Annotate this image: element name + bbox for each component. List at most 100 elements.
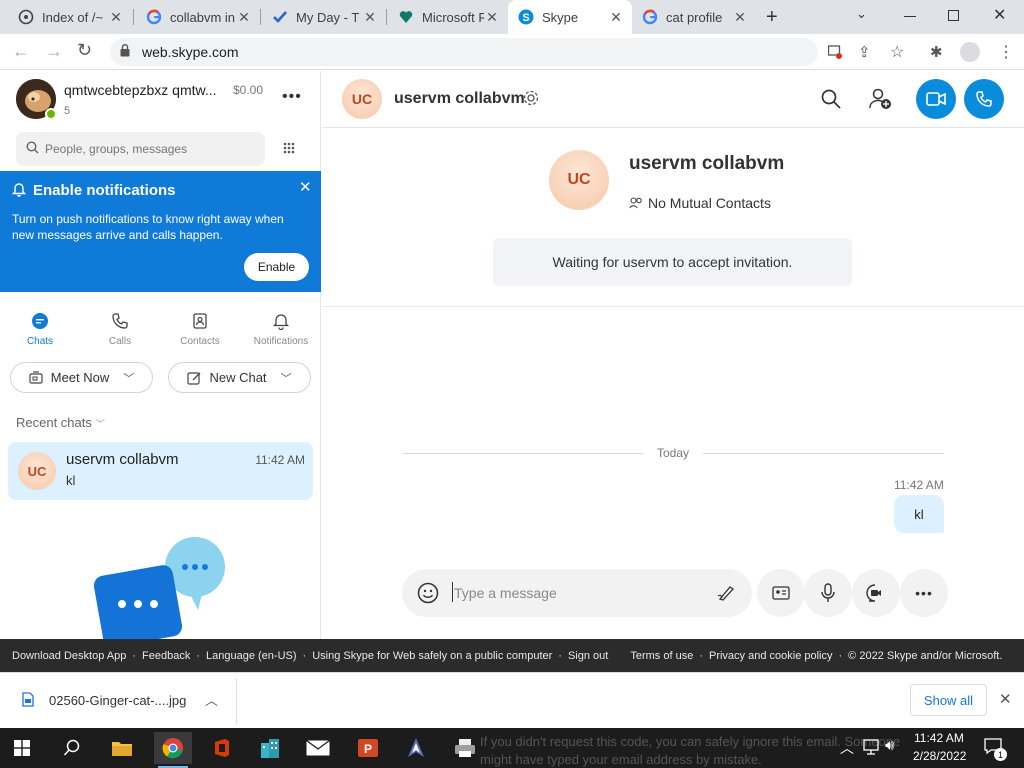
search-icon [26,141,39,159]
enable-button[interactable]: Enable [244,253,309,281]
language-link[interactable]: Language (en-US) [206,650,297,662]
chat-bubble-icon [0,310,80,332]
video-message-icon [866,584,886,602]
list-item[interactable]: UC uservm collabvm 11:42 AM kl [8,442,313,500]
sign-out-link[interactable]: Sign out [568,650,608,662]
close-icon[interactable]: ✕ [608,9,624,26]
url-text[interactable]: web.skype.com [142,44,238,60]
message-composer[interactable]: Type a message [402,569,752,617]
feedback-link[interactable]: Feedback [142,650,190,662]
forward-icon[interactable]: → [45,41,63,62]
gear-icon[interactable] [522,89,540,112]
chevron-up-icon[interactable]: ︿ [840,738,854,758]
terms-link[interactable]: Terms of use [630,650,693,662]
menu-kebab-icon[interactable]: ⋮ [998,42,1014,62]
show-all-button[interactable]: Show all [910,684,987,716]
close-icon[interactable]: ✕ [362,9,378,26]
close-icon[interactable]: ✕ [236,9,252,26]
mail-icon[interactable] [302,732,334,764]
download-desktop-link[interactable]: Download Desktop App [12,650,126,662]
browser-tab-strip: Index of /~ ✕ collabvm in ✕ My Day - T ✕… [0,0,1024,34]
chevron-up-icon[interactable]: ︿ [205,690,218,709]
dialpad-icon[interactable] [276,136,302,162]
google-icon [146,9,162,25]
restore-icon[interactable] [948,10,959,21]
tab-microsoft[interactable]: Microsoft R ✕ [388,0,508,34]
share-icon[interactable]: ⇪ [858,43,871,61]
profile-name[interactable]: qmtwcebtepzbxz qmtw... [64,82,229,98]
conversation-title[interactable]: uservm collabvm [394,90,525,108]
lock-icon[interactable] [120,44,130,57]
close-icon[interactable]: ✕ [484,9,500,26]
clock-time[interactable]: 11:42 AM [914,731,964,745]
credit-balance[interactable]: $0.00 [233,83,263,97]
window-close-icon[interactable]: ✕ [993,5,1006,25]
building-app-icon[interactable] [254,732,286,764]
video-message-button[interactable] [852,569,900,617]
tab-label: Index of /~ [42,9,104,25]
close-icon[interactable]: ✕ [999,690,1012,708]
emoji-icon[interactable] [417,582,439,609]
minimize-icon[interactable] [904,16,916,17]
privacy-link[interactable]: Privacy and cookie policy [709,650,833,662]
volume-icon[interactable]: 🔊︎ [885,737,894,754]
voice-message-button[interactable] [804,569,852,617]
compass-app-icon[interactable] [400,732,432,764]
blocked-popup-icon[interactable] [827,45,842,64]
tab-cat-profile[interactable]: cat profile ✕ [632,0,756,34]
tab-calls[interactable]: Calls [80,310,160,347]
video-call-button[interactable] [916,79,956,119]
chrome-icon[interactable] [154,732,192,764]
tab-collabvm[interactable]: collabvm in ✕ [136,0,260,34]
bookmark-star-icon[interactable]: ☆ [890,42,904,62]
audio-call-button[interactable] [964,79,1004,119]
message-input[interactable]: Type a message [454,585,557,601]
contact-card-button[interactable] [757,569,805,617]
download-filename[interactable]: 02560-Ginger-cat-....jpg [49,693,186,708]
message-bubble[interactable]: kl [894,495,944,533]
format-pen-icon[interactable] [717,584,735,607]
file-explorer-icon[interactable] [106,732,138,764]
search-icon[interactable] [56,732,88,764]
network-icon[interactable] [862,739,880,760]
video-camera-icon [926,91,946,107]
printer-icon[interactable] [449,732,481,764]
back-icon[interactable]: ← [12,41,30,62]
windows-start-icon[interactable] [6,732,38,764]
background-window-text: might have typed your email address by m… [480,752,762,767]
office-icon[interactable] [206,732,238,764]
more-options-icon[interactable]: ••• [282,88,302,106]
tab-chats[interactable]: Chats [0,310,80,347]
avatar[interactable]: UC [342,79,382,119]
chat-time: 11:42 AM [255,453,305,467]
tab-notifications[interactable]: Notifications [241,310,321,347]
search-icon[interactable] [821,89,841,114]
clock-date[interactable]: 2/28/2022 [913,749,966,763]
powerpoint-icon[interactable]: P [352,732,384,764]
tab-search-icon[interactable]: ⌄ [856,6,867,22]
profile-icon[interactable] [960,42,980,62]
tab-index[interactable]: Index of /~ ✕ [8,0,132,34]
tab-contacts[interactable]: Contacts [160,310,240,347]
message-time: 11:42 AM [894,478,944,492]
new-chat-button[interactable]: New Chat ﹀ [168,362,311,393]
meet-now-label: Meet Now [50,370,110,385]
chat-preview: kl [66,473,76,488]
close-icon[interactable]: ✕ [732,9,748,26]
close-icon[interactable]: ✕ [108,9,124,26]
extensions-icon[interactable]: ✱ [930,43,943,61]
new-tab-icon[interactable]: + [766,6,778,29]
tab-skype[interactable]: S Skype ✕ [508,0,632,34]
tab-my-day[interactable]: My Day - T ✕ [262,0,386,34]
more-options-button[interactable]: ••• [900,569,948,617]
meet-now-button[interactable]: Meet Now ﹀ [10,362,153,393]
day-divider: Today [657,446,690,460]
contact-card-icon [772,586,790,600]
reload-icon[interactable]: ↻ [77,40,92,61]
recent-chats-header[interactable]: Recent chats ﹀ [16,415,105,430]
add-person-icon[interactable] [868,88,892,115]
search-input[interactable]: People, groups, messages [16,132,265,166]
avatar: UC [18,452,56,490]
close-icon[interactable]: ✕ [299,178,312,196]
public-computer-link[interactable]: Using Skype for Web safely on a public c… [312,650,552,662]
